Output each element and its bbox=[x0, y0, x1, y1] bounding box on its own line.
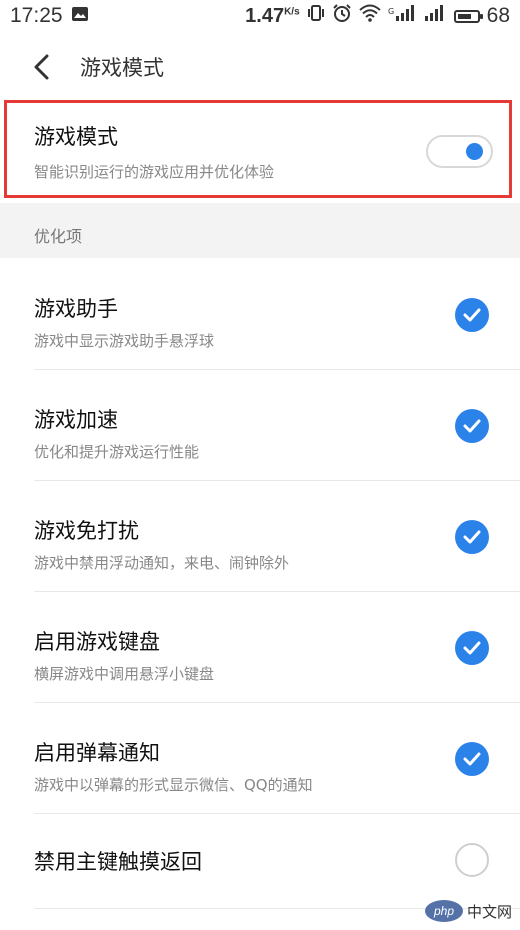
list-item-game-keyboard[interactable]: 启用游戏键盘 横屏游戏中调用悬浮小键盘 bbox=[0, 591, 520, 702]
list-item-barrage-notification[interactable]: 启用弹幕通知 游戏中以弹幕的形式显示微信、QQ的通知 bbox=[0, 702, 520, 813]
status-bar: 17:25 1.47K/s G 68 bbox=[0, 0, 520, 32]
checkmark-icon[interactable] bbox=[455, 298, 489, 332]
network-speed: 1.47K/s bbox=[245, 4, 300, 27]
vibrate-icon bbox=[307, 4, 325, 28]
item-title: 启用游戏键盘 bbox=[34, 630, 160, 654]
list-item-game-assistant[interactable]: 游戏助手 游戏中显示游戏助手悬浮球 bbox=[0, 258, 520, 369]
game-mode-subtitle: 智能识别运行的游戏应用并优化体验 bbox=[34, 163, 275, 181]
signal-icon bbox=[421, 4, 447, 28]
battery-icon bbox=[453, 9, 483, 23]
item-title: 游戏加速 bbox=[34, 408, 118, 432]
list-item-do-not-disturb[interactable]: 游戏免打扰 游戏中禁用浮动通知，来电、闹钟除外 bbox=[0, 480, 520, 591]
item-title: 禁用主键触摸返回 bbox=[34, 850, 202, 874]
toggle-knob bbox=[466, 143, 483, 160]
game-mode-title: 游戏模式 bbox=[34, 125, 118, 149]
back-chevron-icon[interactable] bbox=[22, 47, 62, 87]
item-subtitle: 优化和提升游戏运行性能 bbox=[34, 443, 200, 461]
page-title: 游戏模式 bbox=[80, 56, 164, 80]
list-item-game-acceleration[interactable]: 游戏加速 优化和提升游戏运行性能 bbox=[0, 369, 520, 480]
checkmark-icon[interactable] bbox=[455, 742, 489, 776]
checkmark-icon[interactable] bbox=[455, 631, 489, 665]
list-item-disable-home-key[interactable]: 禁用主键触摸返回 bbox=[0, 813, 520, 908]
watermark: php 中文网 bbox=[424, 900, 512, 922]
checkmark-icon[interactable] bbox=[455, 409, 489, 443]
section-header: 优化项 bbox=[0, 203, 520, 258]
title-bar: 游戏模式 bbox=[0, 32, 520, 102]
item-subtitle: 游戏中以弹幕的形式显示微信、QQ的通知 bbox=[34, 776, 313, 794]
php-logo-icon: php bbox=[424, 900, 463, 922]
image-icon bbox=[71, 4, 89, 28]
item-subtitle: 游戏中禁用浮动通知，来电、闹钟除外 bbox=[34, 554, 290, 572]
item-title: 游戏助手 bbox=[34, 297, 118, 321]
game-mode-toggle[interactable] bbox=[426, 135, 493, 168]
unchecked-circle-icon[interactable] bbox=[455, 843, 489, 877]
item-title: 游戏免打扰 bbox=[34, 519, 139, 543]
item-subtitle: 游戏中显示游戏助手悬浮球 bbox=[34, 332, 215, 350]
signal-icon: G bbox=[388, 4, 414, 28]
status-time: 17:25 bbox=[10, 4, 63, 27]
wifi-icon bbox=[358, 4, 381, 28]
watermark-text: 中文网 bbox=[466, 902, 512, 921]
section-label: 优化项 bbox=[34, 227, 83, 246]
svg-text:G: G bbox=[388, 7, 394, 16]
battery-level: 68 bbox=[486, 4, 510, 27]
alarm-icon bbox=[332, 3, 352, 29]
item-title: 启用弹幕通知 bbox=[34, 741, 160, 765]
checkmark-icon[interactable] bbox=[455, 520, 489, 554]
item-subtitle: 横屏游戏中调用悬浮小键盘 bbox=[34, 665, 215, 683]
